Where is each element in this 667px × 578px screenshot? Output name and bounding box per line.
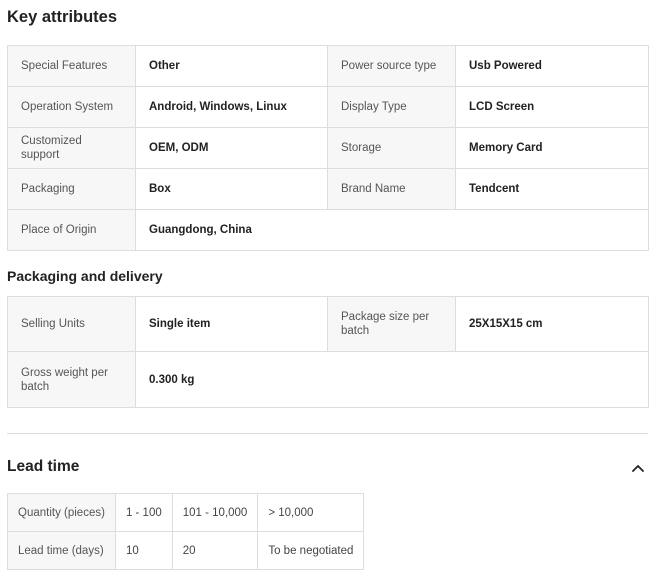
table-row: Operation System Android, Windows, Linux… [7,86,649,128]
attribute-value: Guangdong, China [135,209,328,251]
attribute-value: LCD Screen [455,86,649,128]
table-row: Quantity (pieces) 1 - 100 101 - 10,000 >… [7,493,365,532]
lead-time-value: 20 [171,531,259,570]
table-row: Packaging Box Brand Name Tendcent [7,168,649,210]
lead-time-value: 10 [114,531,173,570]
table-row: Gross weight per batch 0.300 kg [7,351,649,408]
attribute-label: Selling Units [7,296,136,352]
attribute-label: Place of Origin [7,209,136,251]
attribute-value: Other [135,45,328,87]
key-attributes-table: Special Features Other Power source type… [7,45,649,251]
attribute-value: Android, Windows, Linux [135,86,328,128]
empty-cell [327,209,649,251]
attribute-label: Operation System [7,86,136,128]
attribute-label: Power source type [327,45,456,87]
attribute-label: Gross weight per batch [7,351,136,408]
attribute-value: Single item [135,296,328,352]
chevron-up-icon[interactable] [631,462,645,474]
quantity-range: 101 - 10,000 [171,493,259,532]
table-row: Special Features Other Power source type… [7,45,649,87]
table-row: Place of Origin Guangdong, China [7,209,649,251]
lead-time-label: Lead time (days) [7,531,116,570]
quantity-label: Quantity (pieces) [7,493,116,532]
attribute-label: Special Features [7,45,136,87]
table-row: Selling Units Single item Package size p… [7,296,649,352]
attribute-value: Box [135,168,328,210]
attribute-value: OEM, ODM [135,127,328,169]
section-divider [7,433,648,434]
attribute-label: Brand Name [327,168,456,210]
lead-time-value: To be negotiated [257,531,365,570]
lead-time-table: Quantity (pieces) 1 - 100 101 - 10,000 >… [7,493,365,570]
packaging-heading: Packaging and delivery [7,268,163,284]
key-attributes-heading: Key attributes [7,8,118,26]
attribute-label: Customized support [7,127,136,169]
attribute-value: Tendcent [455,168,649,210]
attribute-label: Storage [327,127,456,169]
attribute-label: Display Type [327,86,456,128]
attribute-value: 0.300 kg [135,351,328,408]
attribute-value: 25X15X15 cm [455,296,649,352]
packaging-table: Selling Units Single item Package size p… [7,296,649,408]
table-row: Lead time (days) 10 20 To be negotiated [7,531,365,570]
empty-cell [327,351,649,408]
quantity-range: > 10,000 [257,493,365,532]
attribute-label: Packaging [7,168,136,210]
table-row: Customized support OEM, ODM Storage Memo… [7,127,649,169]
attribute-label: Package size per batch [327,296,456,352]
quantity-range: 1 - 100 [114,493,173,532]
lead-time-heading: Lead time [7,458,80,475]
attribute-value: Memory Card [455,127,649,169]
attribute-value: Usb Powered [455,45,649,87]
